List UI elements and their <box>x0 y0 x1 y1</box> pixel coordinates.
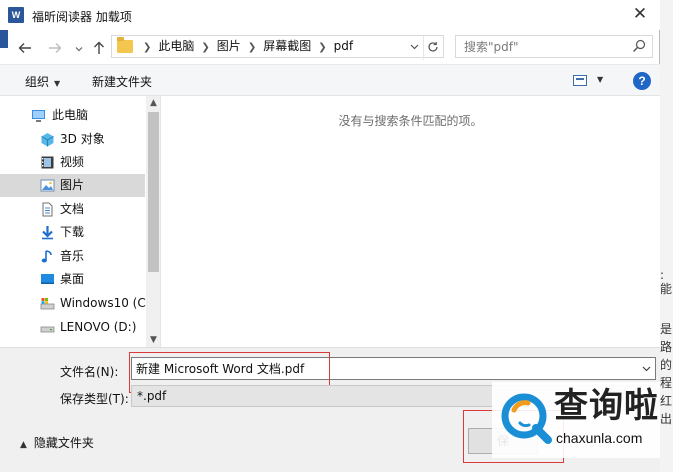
arrow-left-icon <box>18 43 31 53</box>
chevron-right-icon[interactable]: ❯ <box>248 42 256 53</box>
video-icon <box>41 156 54 169</box>
command-bar: 组织 ▼ 新建文件夹 ▼ ? <box>0 64 660 96</box>
arrow-right-icon <box>49 43 62 53</box>
address-history-button[interactable] <box>407 36 421 60</box>
filetype-value: *.pdf <box>137 389 167 403</box>
nav-item-downloads[interactable]: 下载 <box>0 221 145 244</box>
chevron-down-icon <box>410 44 418 50</box>
filetype-label: 保存类型(T): <box>60 392 129 406</box>
nav-item-music[interactable]: 音乐 <box>0 245 145 268</box>
computer-icon <box>32 110 45 122</box>
dialog-title: 福昕阅读器 加载项 <box>32 10 132 24</box>
title-bar: W 福昕阅读器 加载项 ✕ <box>0 0 660 30</box>
breadcrumb-this-pc[interactable]: 此电脑 <box>158 39 194 53</box>
nav-item-label: 视频 <box>60 155 85 169</box>
drive-d-icon <box>40 326 55 333</box>
pictures-icon <box>40 179 55 192</box>
word-app-icon: W <box>8 7 24 23</box>
3d-objects-icon <box>41 133 54 147</box>
desktop-icon <box>41 274 54 284</box>
chevron-right-icon[interactable]: ❯ <box>201 42 209 53</box>
hide-folders-toggle[interactable]: ▲ 隐藏文件夹 <box>20 434 94 451</box>
empty-message: 没有与搜索条件匹配的项。 <box>338 114 483 128</box>
breadcrumb: ❯ 此电脑 ❯ 图片 ❯ 屏幕截图 ❯ pdf <box>136 36 353 57</box>
nav-item-label: 下载 <box>60 225 85 239</box>
watermark: 查询啦 chaxunla.com <box>492 382 660 458</box>
help-icon[interactable]: ? <box>633 72 651 90</box>
nav-item-3d-objects[interactable]: 3D 对象 <box>0 128 145 151</box>
refresh-button[interactable] <box>423 36 441 60</box>
nav-item-desktop[interactable]: 桌面 <box>0 268 145 291</box>
filename-label: 文件名(N): <box>60 365 119 379</box>
address-bar[interactable]: ❯ 此电脑 ❯ 图片 ❯ 屏幕截图 ❯ pdf <box>111 35 444 60</box>
chevron-down-icon[interactable]: ▼ <box>146 335 160 345</box>
nav-item-label: 文档 <box>60 202 85 216</box>
organize-button[interactable]: 组织 ▼ <box>25 73 60 90</box>
navigation-pane: 此电脑 3D 对象 视频 图片 文档 下载 音乐 桌面 Windows10 (C… <box>0 96 161 347</box>
scrollbar-thumb[interactable] <box>148 112 159 272</box>
caret-down-icon: ▼ <box>54 79 61 88</box>
documents-icon <box>42 202 53 217</box>
nav-item-label: 此电脑 <box>52 108 89 122</box>
watermark-domain: chaxunla.com <box>556 430 643 446</box>
magnifier-logo-icon <box>501 393 552 444</box>
refresh-icon <box>427 42 438 52</box>
chevron-down-icon <box>75 47 83 52</box>
nav-item-this-pc[interactable]: 此电脑 <box>0 104 145 127</box>
window-accent-strip <box>0 30 8 48</box>
chevron-right-icon: ❯ <box>143 42 152 53</box>
folder-icon <box>117 37 133 53</box>
drive-c-icon <box>40 298 55 310</box>
nav-item-drive-d[interactable]: LENOVO (D:) <box>0 316 145 339</box>
download-icon <box>42 226 53 240</box>
search-icon[interactable] <box>632 39 646 53</box>
nav-item-label: 图片 <box>60 178 85 192</box>
organize-label: 组织 <box>25 75 50 89</box>
nav-scrollbar[interactable]: ▲ ▼ <box>146 96 160 347</box>
forward-button[interactable] <box>44 38 66 58</box>
view-options-icon[interactable] <box>573 75 587 86</box>
up-button[interactable] <box>88 38 110 58</box>
breadcrumb-screenshots[interactable]: 屏幕截图 <box>263 39 311 53</box>
file-list[interactable]: 没有与搜索条件匹配的项。 <box>161 96 660 347</box>
hide-folders-label: 隐藏文件夹 <box>33 436 94 450</box>
nav-item-pictures[interactable]: 图片 <box>0 174 145 197</box>
nav-item-label: 桌面 <box>60 272 85 286</box>
arrow-up-icon <box>94 41 104 54</box>
nav-item-videos[interactable]: 视频 <box>0 151 145 174</box>
chevron-down-icon[interactable] <box>639 358 653 382</box>
back-button[interactable] <box>14 38 36 58</box>
nav-item-documents[interactable]: 文档 <box>0 198 145 221</box>
nav-item-label: LENOVO (D:) <box>60 320 137 334</box>
chevron-right-icon[interactable]: ❯ <box>318 42 326 53</box>
recent-locations-button[interactable] <box>68 38 90 58</box>
nav-item-label: 3D 对象 <box>60 132 105 146</box>
breadcrumb-pictures[interactable]: 图片 <box>217 39 241 53</box>
nav-item-label: Windows10 (C: <box>60 296 150 310</box>
watermark-title: 查询啦 <box>554 386 659 426</box>
nav-item-drive-c[interactable]: Windows10 (C: <box>0 292 150 315</box>
close-button[interactable]: ✕ <box>620 0 660 30</box>
search-box[interactable] <box>455 35 653 58</box>
music-icon <box>41 250 52 263</box>
caret-down-icon[interactable]: ▼ <box>597 75 603 84</box>
caret-up-icon: ▲ <box>20 440 27 450</box>
breadcrumb-pdf[interactable]: pdf <box>334 39 353 53</box>
new-folder-button[interactable]: 新建文件夹 <box>92 73 152 90</box>
search-input[interactable] <box>456 36 626 57</box>
nav-item-label: 音乐 <box>60 249 85 263</box>
chevron-up-icon[interactable]: ▲ <box>146 98 160 108</box>
